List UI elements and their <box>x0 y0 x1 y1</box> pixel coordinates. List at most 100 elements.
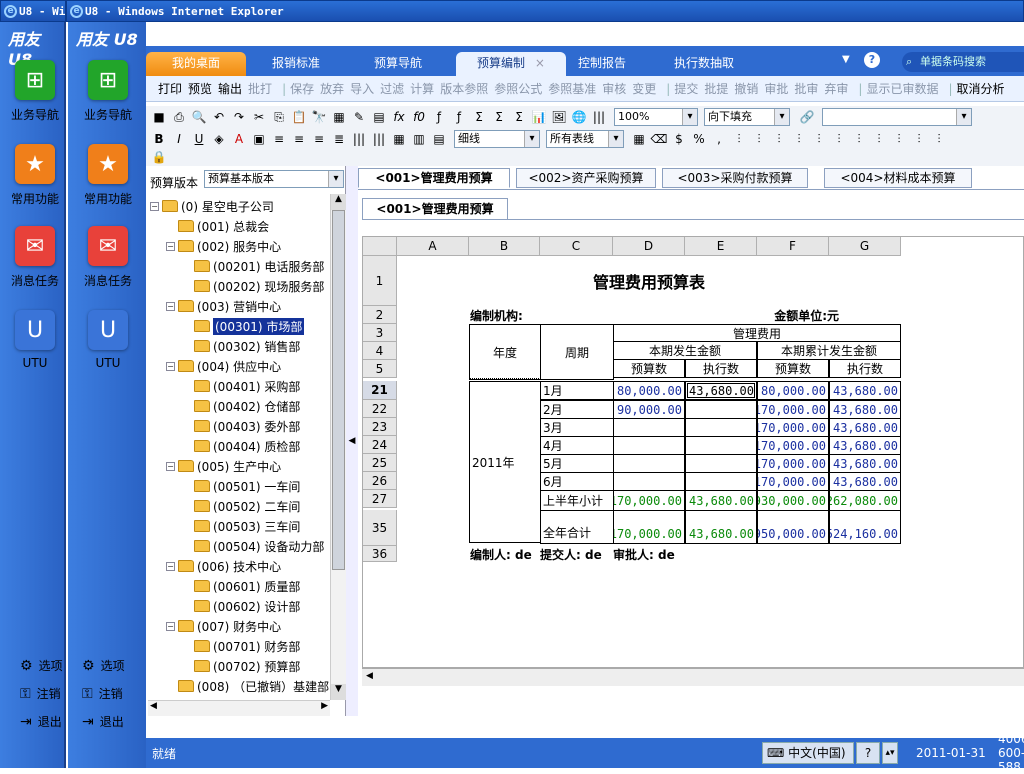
sum3-icon[interactable]: Σ <box>510 108 528 126</box>
scroll-left-arrow[interactable]: ◀ <box>150 701 157 711</box>
exec-cell[interactable] <box>685 454 757 473</box>
budget-cell[interactable]: 90,000.00 <box>613 400 685 419</box>
row-header[interactable]: 3 <box>363 324 397 342</box>
scroll-down-arrow[interactable]: ▼ <box>331 684 346 700</box>
extra-select[interactable] <box>822 108 972 126</box>
tree-node[interactable]: (00202) 现场服务部 <box>182 276 324 296</box>
function-icon[interactable]: fx <box>390 108 408 126</box>
cum-budget-cell[interactable]: 170,000.00 <box>757 418 829 437</box>
fill-color-icon[interactable]: ◈ <box>210 130 228 148</box>
cut-icon[interactable]: ✂ <box>250 108 268 126</box>
cmd-15[interactable]: 批提 <box>704 80 728 97</box>
cmd-2[interactable]: 输出 <box>218 80 242 97</box>
tree-node[interactable]: (00602) 设计部 <box>182 596 300 616</box>
eraser-icon[interactable]: ⌫ <box>650 130 668 148</box>
header-mgmt[interactable]: 管理费用 <box>613 324 901 342</box>
tree9-icon[interactable]: ⫶ <box>890 130 908 148</box>
scroll-right-arrow[interactable]: ▶ <box>321 701 328 711</box>
image-icon[interactable]: 🖼 <box>550 108 568 126</box>
tree-node[interactable]: − (005) 生产中心 <box>166 456 281 476</box>
sidebar-item-business-nav[interactable]: ⊞ 业务导航 <box>2 60 68 123</box>
exec-cell[interactable] <box>685 436 757 455</box>
sidebar-item-business-nav[interactable]: ⊞ 业务导航 <box>78 60 138 123</box>
paste-icon[interactable]: 📋 <box>290 108 308 126</box>
row-header[interactable]: 27 <box>363 490 397 508</box>
total-cell[interactable]: 43,680.00 <box>685 510 757 544</box>
exec-cell[interactable]: 43,680.00 <box>685 381 757 400</box>
chevron-down-icon[interactable]: ▼ <box>842 54 850 65</box>
align-left-icon[interactable]: ≡ <box>270 130 288 148</box>
sidebar-footer-gear[interactable]: ⚙ 选项 <box>82 657 125 674</box>
web-icon[interactable]: 🌐 <box>570 108 588 126</box>
column-header[interactable]: B <box>469 237 540 256</box>
total-cell[interactable]: 950,000.00 <box>757 510 829 544</box>
cmd-11[interactable]: 参照基准 <box>548 80 596 97</box>
function2-icon[interactable]: f0 <box>410 108 428 126</box>
tab-expense-standard[interactable]: 报销标准 <box>246 52 346 76</box>
sidebar-footer-key[interactable]: ⚿ 注销 <box>20 685 64 702</box>
period-cell[interactable]: 全年合计 <box>540 510 614 544</box>
period-cell[interactable]: 4月 <box>540 436 614 455</box>
vbars-icon[interactable]: ||| <box>350 130 368 148</box>
cmd-5[interactable]: 放弃 <box>320 80 344 97</box>
tree-node[interactable]: (00502) 二车间 <box>182 496 300 516</box>
budget-cell[interactable] <box>613 454 685 473</box>
tree3-icon[interactable]: ⫶ <box>770 130 788 148</box>
year-cell[interactable]: 2011年 <box>469 381 541 543</box>
cmd-8[interactable]: 计算 <box>410 80 434 97</box>
preview-icon[interactable]: 🔍 <box>190 108 208 126</box>
ime-indicator[interactable]: ⌨ 中文(中国) <box>762 742 854 764</box>
collapse-icon[interactable]: − <box>166 561 175 571</box>
header-budget[interactable]: 预算数 <box>757 359 829 378</box>
tree-node[interactable]: (00403) 委外部 <box>182 416 300 436</box>
cmd-7[interactable]: 过滤 <box>380 80 404 97</box>
column-header[interactable]: F <box>757 237 829 256</box>
tree-node[interactable]: − (004) 供应中心 <box>166 356 281 376</box>
sum2-icon[interactable]: Σ <box>490 108 508 126</box>
format-painter-icon[interactable]: ✎ <box>350 108 368 126</box>
tree-node[interactable]: − (0) 星空电子公司 <box>150 196 274 216</box>
cmd-12[interactable]: 审核 <box>602 80 626 97</box>
currency-icon[interactable]: $ <box>670 130 688 148</box>
header-period[interactable]: 周期 <box>540 324 614 380</box>
org-label[interactable]: 编制机构: <box>470 306 610 324</box>
period-cell[interactable]: 上半年小计 <box>540 490 614 511</box>
justify-icon[interactable]: ≣ <box>330 130 348 148</box>
tree7-icon[interactable]: ⫶ <box>850 130 868 148</box>
budget-cell[interactable] <box>613 436 685 455</box>
column-header[interactable]: A <box>397 237 469 256</box>
tree-node[interactable]: − (003) 营销中心 <box>166 296 281 316</box>
save-icon[interactable]: ■ <box>150 108 168 126</box>
period-cell[interactable]: 6月 <box>540 472 614 491</box>
tree-icon[interactable]: ⫶ <box>730 130 748 148</box>
scroll-thumb[interactable] <box>332 210 345 570</box>
bold-icon[interactable]: B <box>150 130 168 148</box>
cum-exec-cell[interactable]: 43,680.00 <box>829 381 901 400</box>
tree-node[interactable]: (00503) 三车间 <box>182 516 300 536</box>
cum-budget-cell[interactable]: 170,000.00 <box>757 454 829 473</box>
tab-my-desktop[interactable]: 我的桌面 <box>146 52 246 76</box>
tree-node[interactable]: (00702) 预算部 <box>182 656 300 676</box>
total-cell[interactable]: 524,160.00 <box>829 510 901 544</box>
underline-icon[interactable]: U <box>190 130 208 148</box>
row-header[interactable]: 35 <box>363 510 397 546</box>
exec-cell[interactable] <box>685 418 757 437</box>
cum-budget-cell[interactable]: 80,000.00 <box>757 381 829 400</box>
unit-label[interactable]: 金额单位: <box>757 306 827 324</box>
font-color-icon[interactable]: A <box>230 130 248 148</box>
cmd-18[interactable]: 批审 <box>794 80 818 97</box>
column-header[interactable]: C <box>540 237 613 256</box>
exec-cell[interactable]: 43,680.00 <box>685 490 757 511</box>
scroll-up-arrow[interactable]: ▲ <box>331 194 346 210</box>
line-style-select[interactable]: 细线 <box>454 130 540 148</box>
align-center-icon[interactable]: ≡ <box>290 130 308 148</box>
cum-budget-cell[interactable]: 170,000.00 <box>757 472 829 491</box>
merge-icon[interactable]: ▤ <box>430 130 448 148</box>
header-current[interactable]: 本期发生金额 <box>613 341 757 360</box>
row-header[interactable]: 5 <box>363 360 397 378</box>
cum-exec-cell[interactable]: 43,680.00 <box>829 436 901 455</box>
tree-node[interactable]: (00201) 电话服务部 <box>182 256 324 276</box>
budget-cell[interactable]: 170,000.00 <box>613 490 685 511</box>
sidebar-footer-exit[interactable]: ⇥ 退出 <box>20 713 64 730</box>
tree-node[interactable]: (00301) 市场部 <box>182 316 305 336</box>
